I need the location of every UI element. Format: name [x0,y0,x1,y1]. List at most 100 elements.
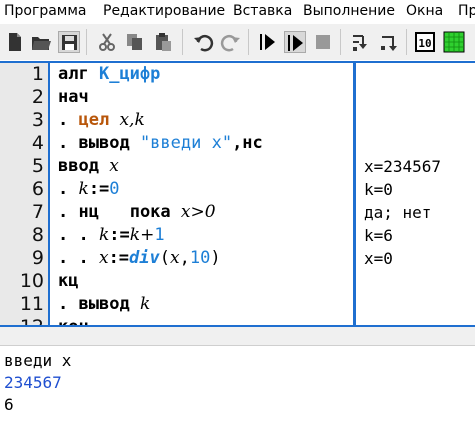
algorithm-name: К_цифр [98,64,161,84]
panel-splitter[interactable] [0,327,475,346]
number-literal: 10 [189,248,211,268]
keyword-alg: алг [58,64,89,84]
var-k: k [98,225,110,245]
paren-close: ) [210,248,221,268]
menu-windows[interactable]: Окна [406,3,443,19]
string-literal: "введи x" [139,133,233,153]
code-editor[interactable]: 1 2 3 4 5 6 7 8 9 10 11 12 алг К_цифр на… [0,61,475,327]
svg-text:10: 10 [418,37,431,50]
keyword-input: ввод [58,156,99,176]
line-number: 10 [19,270,44,292]
indent-dot: . [58,294,69,314]
run-icon[interactable] [256,31,278,53]
code-line-5[interactable]: ввод x [58,155,119,178]
expression: k+ [129,225,155,245]
gutter-divider [48,63,50,325]
line-number: 5 [31,155,44,177]
line-number: 11 [19,293,44,315]
indent-dot: . [58,202,69,222]
toolbar: 10 [0,24,475,60]
code-line-10[interactable]: кц [58,270,78,293]
assign-op: := [109,225,130,245]
menu-program[interactable]: Программа [4,3,87,19]
open-folder-icon[interactable] [30,31,52,53]
toolbar-separator [406,29,407,55]
function-div: div [129,248,160,268]
keyword-loop-end: кц [58,271,79,291]
comma: , [179,248,190,268]
line-number: 3 [31,109,44,131]
copy-icon[interactable] [124,31,146,53]
run-step-icon[interactable] [284,31,306,53]
arg-x: x [170,248,180,268]
line-number: 12 [19,316,44,327]
type-int: цел [78,110,110,130]
menu-run[interactable]: Выполнение [303,3,395,19]
indent-dot: . [58,133,69,153]
var-x: x [109,156,119,176]
code-line-1[interactable]: алг К_цифр [58,63,160,86]
margin-divider[interactable] [353,63,356,325]
keyword-output: вывод [78,294,130,314]
output-console[interactable]: введи x 234567 6 [0,346,475,425]
code-line-6[interactable]: . k:=0 [58,178,120,201]
keyword-loop-start: нц [78,202,99,222]
cut-icon[interactable] [96,31,118,53]
console-output-line: введи x [4,351,72,370]
console-input-line: 234567 [4,373,62,392]
var-k: k [139,294,151,314]
line-number: 7 [31,201,44,223]
paste-icon[interactable] [152,31,174,53]
menu-insert[interactable]: Вставка [233,3,292,19]
code-line-9[interactable]: . . x:=div(x,10) [58,247,221,270]
margin-value: да; нет [364,203,432,222]
code-line-4[interactable]: . вывод "введи x",нс [58,132,263,155]
toolbar-separator [86,29,87,55]
step-into-icon[interactable] [350,31,372,53]
line-number: 6 [31,178,44,200]
stop-icon[interactable] [312,31,334,53]
save-icon[interactable] [58,31,80,53]
menu-bar: Программа Редактирование Вставка Выполне… [0,0,475,24]
margin-value: x=0 [364,249,393,268]
new-file-icon[interactable] [4,31,26,53]
undo-icon[interactable] [192,31,214,53]
console-output-line: 6 [4,395,14,414]
line-number: 2 [31,86,44,108]
line-number: 8 [31,224,44,246]
paren-open: ( [159,248,171,268]
line-number: 4 [31,132,44,154]
indent-dots: . . [58,248,89,268]
code-line-3[interactable]: . цел x,k [58,109,145,132]
number-literal: 0 [109,179,120,199]
assign-op: := [88,179,110,199]
var-list: x,k [119,110,145,130]
keyword-nach: нач [58,87,89,107]
keyword-while: пока [129,202,171,222]
code-line-12[interactable]: кон [58,316,89,325]
keyword-output: вывод [78,133,130,153]
number-literal: 1 [154,225,165,245]
grid-icon[interactable] [443,31,465,53]
indent-dot: . [58,179,69,199]
newline-token: ,нс [232,133,263,153]
code-line-7[interactable]: . нц пока x>0 [58,201,216,224]
var-k: k [78,179,89,199]
redo-icon[interactable] [220,31,242,53]
step-over-icon[interactable] [378,31,400,53]
code-line-8[interactable]: . . k:=k+1 [58,224,165,247]
code-line-11[interactable]: . вывод k [58,293,150,316]
menu-help[interactable]: Пр [458,3,475,19]
margin-value: k=6 [364,226,393,245]
toolbar-separator [340,29,341,55]
margin-value: k=0 [364,180,393,199]
line-number: 9 [31,247,44,269]
indent-dot: . [58,110,69,130]
margin-value: x=234567 [364,157,442,176]
loop-condition: x>0 [180,202,216,222]
assign-op: := [108,248,130,268]
code-line-2[interactable]: нач [58,86,89,109]
line-number: 1 [31,63,44,85]
counter-icon[interactable]: 10 [414,31,436,53]
menu-edit[interactable]: Редактирование [103,3,225,19]
